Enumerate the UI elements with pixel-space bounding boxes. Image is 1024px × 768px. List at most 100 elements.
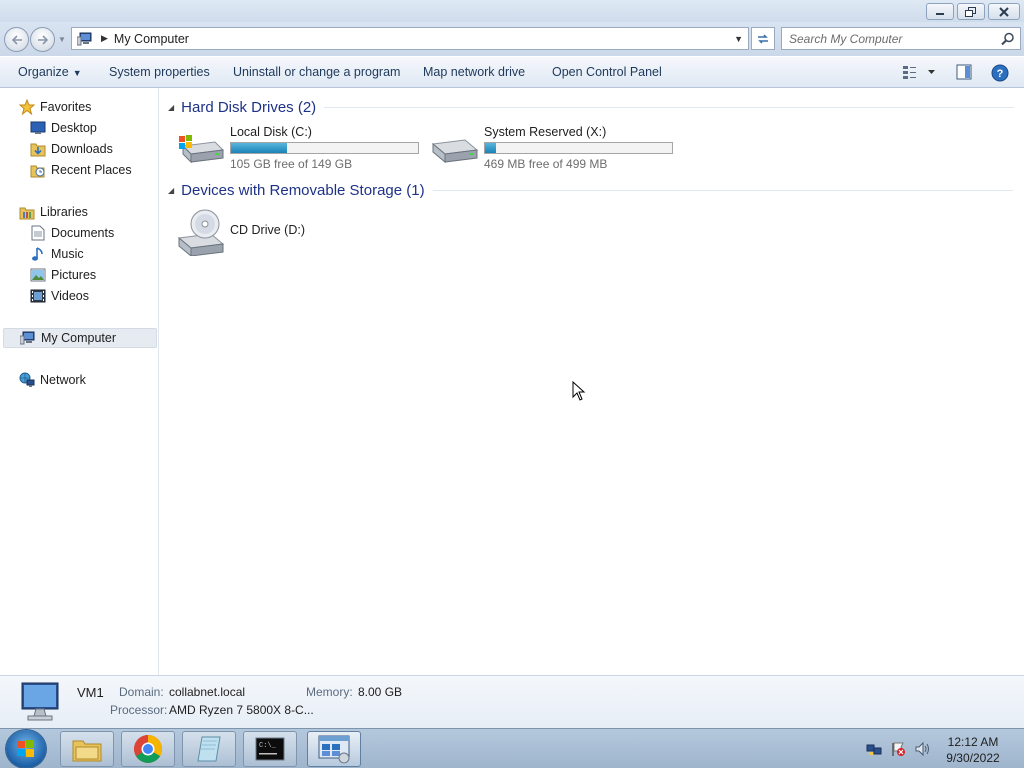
open-control-panel-button[interactable]: Open Control Panel [552,65,662,79]
drive-usage-fill [231,143,288,153]
nav-videos-label: Videos [51,289,89,303]
nav-my-computer[interactable]: My Computer [3,328,157,348]
nav-music-label: Music [51,247,84,261]
memory-label: Memory: [306,685,353,699]
refresh-button[interactable] [751,27,775,50]
nav-desktop[interactable]: Desktop [30,118,97,138]
restore-button[interactable] [957,3,985,20]
taskbar-explorer-button[interactable] [60,731,114,767]
system-properties-button[interactable]: System properties [109,65,210,79]
breadcrumb-separator[interactable]: ▶ [101,33,108,44]
network-icon [19,372,35,388]
start-button[interactable] [6,730,46,768]
close-icon [999,6,1009,17]
nav-network-label: Network [40,373,86,387]
cd-drive-icon [177,209,225,256]
drive-item[interactable]: Local Disk (C:) 105 GB free of 149 GB [177,122,427,172]
taskbar-notepad-button[interactable] [182,731,236,767]
drive-item[interactable]: CD Drive (D:) [177,208,377,258]
minimize-icon [936,12,944,15]
nav-libraries[interactable]: Libraries [19,202,88,222]
collapse-triangle-icon[interactable]: ◢ [168,186,174,195]
drive-free-space: 105 GB free of 149 GB [230,157,353,171]
svg-text:C:\_: C:\_ [259,742,277,750]
star-icon [19,99,35,115]
processor-label: Processor: [110,703,168,717]
minimize-button[interactable] [926,3,954,20]
nav-documents[interactable]: Documents [30,223,114,243]
computer-icon [77,32,92,45]
drive-usage-fill [485,143,497,153]
nav-favorites[interactable]: Favorites [19,97,91,117]
search-icon[interactable] [1001,32,1015,46]
videos-icon [30,288,46,304]
group-title: Hard Disk Drives (2) [181,98,317,116]
nav-desktop-label: Desktop [51,121,97,135]
nav-documents-label: Documents [51,226,115,240]
search-input[interactable] [789,28,999,49]
drive-name: CD Drive (D:) [230,223,305,237]
refresh-icon [758,33,768,44]
processor-value: AMD Ryzen 7 5800X 8-C... [169,703,314,717]
address-dropdown[interactable]: ▼ [734,34,743,44]
organize-button[interactable]: Organize ▼ [18,65,82,79]
nav-libraries-label: Libraries [40,205,88,219]
system-clock[interactable]: 12:12 AM 9/30/2022 [938,734,1008,766]
nav-downloads-label: Downloads [51,142,113,156]
map-network-drive-button[interactable]: Map network drive [423,65,525,79]
system-window-icon [318,735,350,764]
change-view-button[interactable] [902,64,938,83]
taskbar-cmd-button[interactable]: C:\_ [243,731,297,767]
drive-usage-bar [230,142,419,154]
close-button[interactable] [988,3,1020,20]
nav-pictures-label: Pictures [51,268,97,282]
network-tray-icon[interactable] [866,741,882,757]
command-prompt-icon: C:\_ [255,737,285,761]
search-box[interactable] [781,27,1021,50]
forward-button[interactable] [30,27,55,52]
breadcrumb-my-computer[interactable]: My Computer [114,32,189,46]
hard-drive-icon [431,139,479,164]
help-button[interactable]: ? [991,64,1009,85]
documents-icon [30,225,46,241]
domain-value: collabnet.local [169,685,246,699]
desktop-icon [30,120,46,136]
downloads-folder-icon [30,141,46,157]
preview-pane-button[interactable] [956,64,972,83]
taskbar-control-panel-button[interactable] [307,731,361,767]
recent-pages-dropdown[interactable]: ▼ [58,35,66,44]
drive-name: System Reserved (X:) [484,125,607,139]
volume-icon[interactable] [914,741,932,757]
libraries-icon [19,204,35,220]
svg-text:?: ? [997,68,1004,80]
taskbar-chrome-button[interactable] [121,731,175,767]
restore-icon [965,6,976,17]
windows-drive-icon [179,135,225,164]
action-center-flag-icon[interactable] [890,741,906,757]
group-removable-storage[interactable]: ◢ Devices with Removable Storage (1) [168,179,1013,201]
details-pane: VM1 Domain: collabnet.local Memory: 8.00… [0,675,1024,728]
command-bar: Organize ▼ System properties Uninstall or… [0,57,1024,88]
nav-downloads[interactable]: Downloads [30,139,113,159]
collapse-triangle-icon[interactable]: ◢ [168,103,174,112]
music-icon [30,246,46,262]
group-divider [324,106,1015,108]
uninstall-program-button[interactable]: Uninstall or change a program [233,65,400,79]
pictures-icon [30,267,46,283]
group-title: Devices with Removable Storage (1) [181,181,425,199]
nav-recent-places[interactable]: Recent Places [30,160,132,180]
nav-music[interactable]: Music [30,244,84,264]
nav-network[interactable]: Network [19,370,86,390]
help-icon: ? [991,64,1009,82]
folder-icon [72,740,102,762]
address-bar[interactable]: ▶ My Computer ▼ [71,27,749,50]
computer-icon [20,330,36,346]
group-hard-disk-drives[interactable]: ◢ Hard Disk Drives (2) [168,96,1015,118]
nav-videos[interactable]: Videos [30,286,89,306]
drive-item[interactable]: System Reserved (X:) 469 MB free of 499 … [431,122,681,172]
chevron-down-icon: ▼ [72,68,82,78]
nav-favorites-label: Favorites [40,100,92,114]
nav-pictures[interactable]: Pictures [30,265,96,285]
windows-logo-icon [17,740,34,757]
back-button[interactable] [4,27,29,52]
